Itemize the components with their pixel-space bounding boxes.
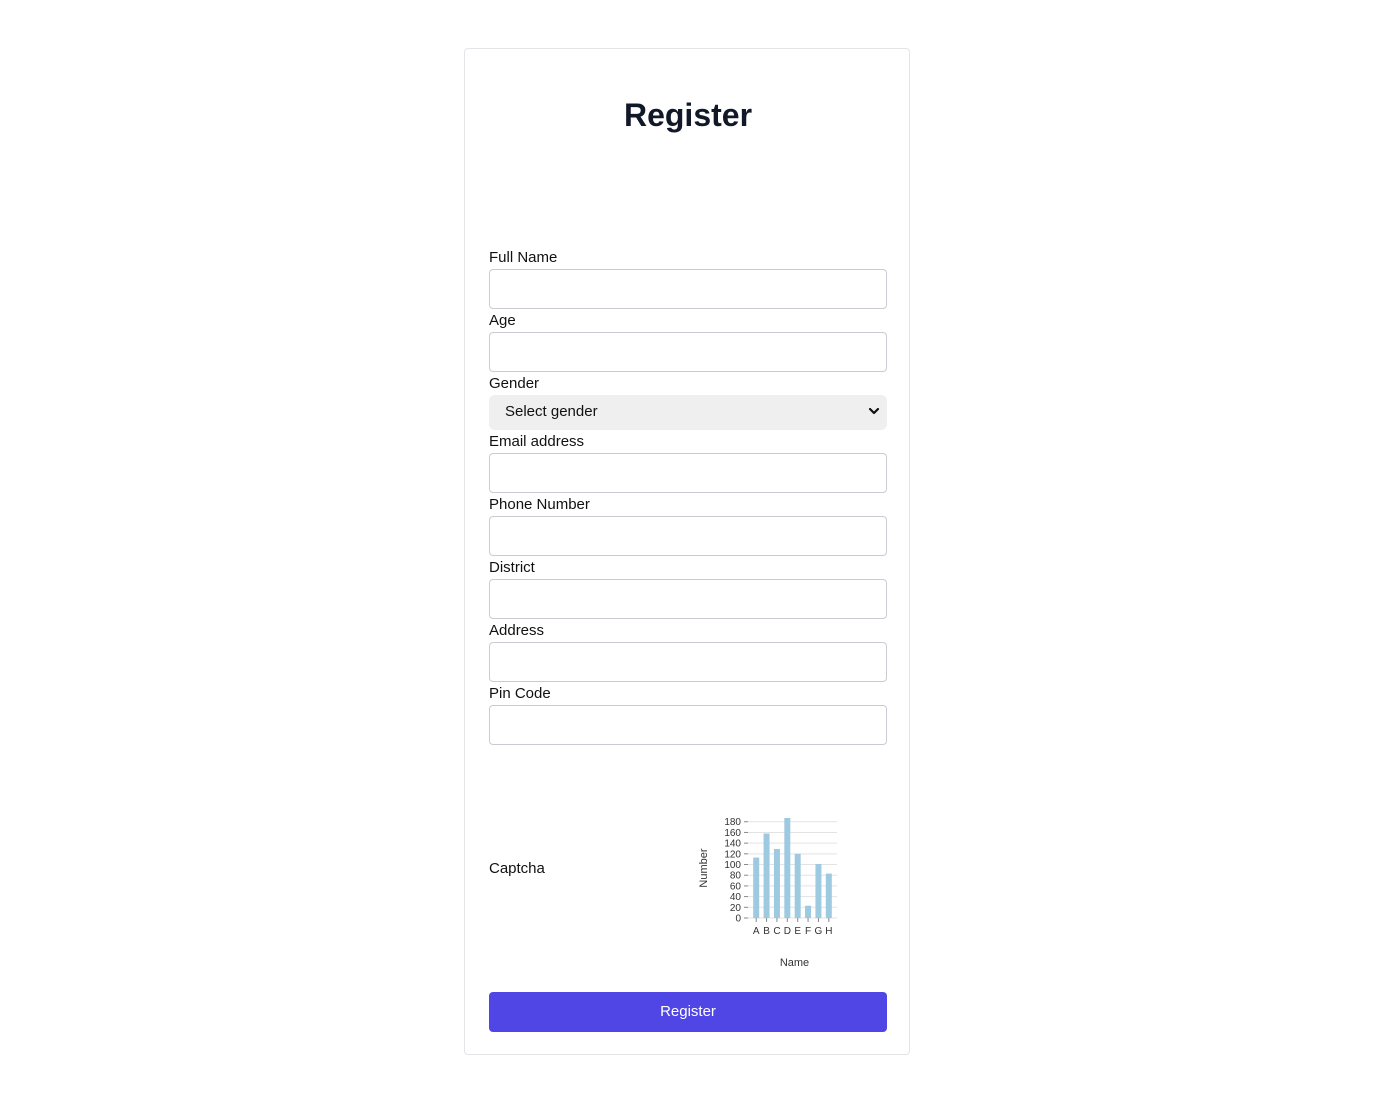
chart-x-tick-label: C (773, 926, 780, 937)
chart-y-tick-label: 20 (730, 903, 742, 914)
address-label: Address (489, 622, 545, 639)
pin-code-input[interactable] (489, 705, 887, 745)
page-title: Register (623, 97, 753, 133)
chart-bar-c (773, 849, 780, 918)
chart-x-tick-label: G (815, 926, 823, 937)
full-name-label: Full Name (489, 249, 558, 266)
chart-y-tick-label: 0 (735, 914, 741, 925)
address-input[interactable] (489, 642, 887, 682)
pin-code-label: Pin Code (489, 685, 551, 702)
chart-y-tick-label: 80 (730, 871, 742, 882)
chart-x-tick-label: B (763, 926, 770, 937)
district-label: District (489, 559, 535, 576)
gender-select[interactable]: Select gender (489, 395, 887, 430)
chart-y-tick-label: 160 (724, 828, 741, 839)
gender-label: Gender (489, 375, 540, 392)
chart-bars (753, 818, 832, 918)
chart-y-axis: 020406080100120140160180 (724, 817, 748, 925)
chart-x-tick-label: F (805, 926, 811, 937)
phone-input[interactable] (489, 516, 887, 556)
district-input[interactable] (489, 579, 887, 619)
chart-x-tick-label: A (753, 926, 760, 937)
chart-x-axis-label: Name (780, 957, 809, 969)
chart-x-tick-label: H (825, 926, 832, 937)
chart-bar-e (794, 853, 801, 918)
full-name-input[interactable] (489, 269, 887, 309)
chart-y-tick-label: 180 (724, 817, 741, 828)
chart-bar-f (805, 905, 812, 918)
email-label: Email address (489, 433, 585, 450)
chart-x-tick-label: E (794, 926, 801, 937)
chart-x-tick-label: D (784, 926, 791, 937)
chart-y-tick-label: 140 (724, 839, 741, 850)
email-input[interactable] (489, 453, 887, 493)
chart-bar-g (815, 863, 822, 918)
age-input[interactable] (489, 332, 887, 372)
phone-label: Phone Number (489, 496, 590, 513)
chart-bar-d (784, 818, 791, 918)
chart-y-tick-label: 60 (730, 881, 742, 892)
gender-select-value: Select gender (505, 403, 598, 420)
chart-bar-a (753, 857, 760, 918)
chart-y-tick-label: 100 (724, 860, 741, 871)
chart-y-tick-label: 40 (730, 892, 742, 903)
captcha-label: Captcha (489, 860, 545, 877)
chart-y-axis-label: Number (698, 848, 710, 887)
chart-bar-h (825, 873, 832, 918)
chart-grid (748, 821, 837, 919)
captcha-chart: 020406080100120140160180 ABCDEFGH Number… (698, 817, 837, 969)
chevron-down-icon (868, 407, 880, 415)
register-button[interactable]: Register (489, 992, 887, 1032)
chart-x-axis: ABCDEFGH (753, 918, 832, 937)
chart-y-tick-label: 120 (724, 849, 741, 860)
chart-bar-b (763, 833, 770, 918)
age-label: Age (489, 312, 516, 329)
